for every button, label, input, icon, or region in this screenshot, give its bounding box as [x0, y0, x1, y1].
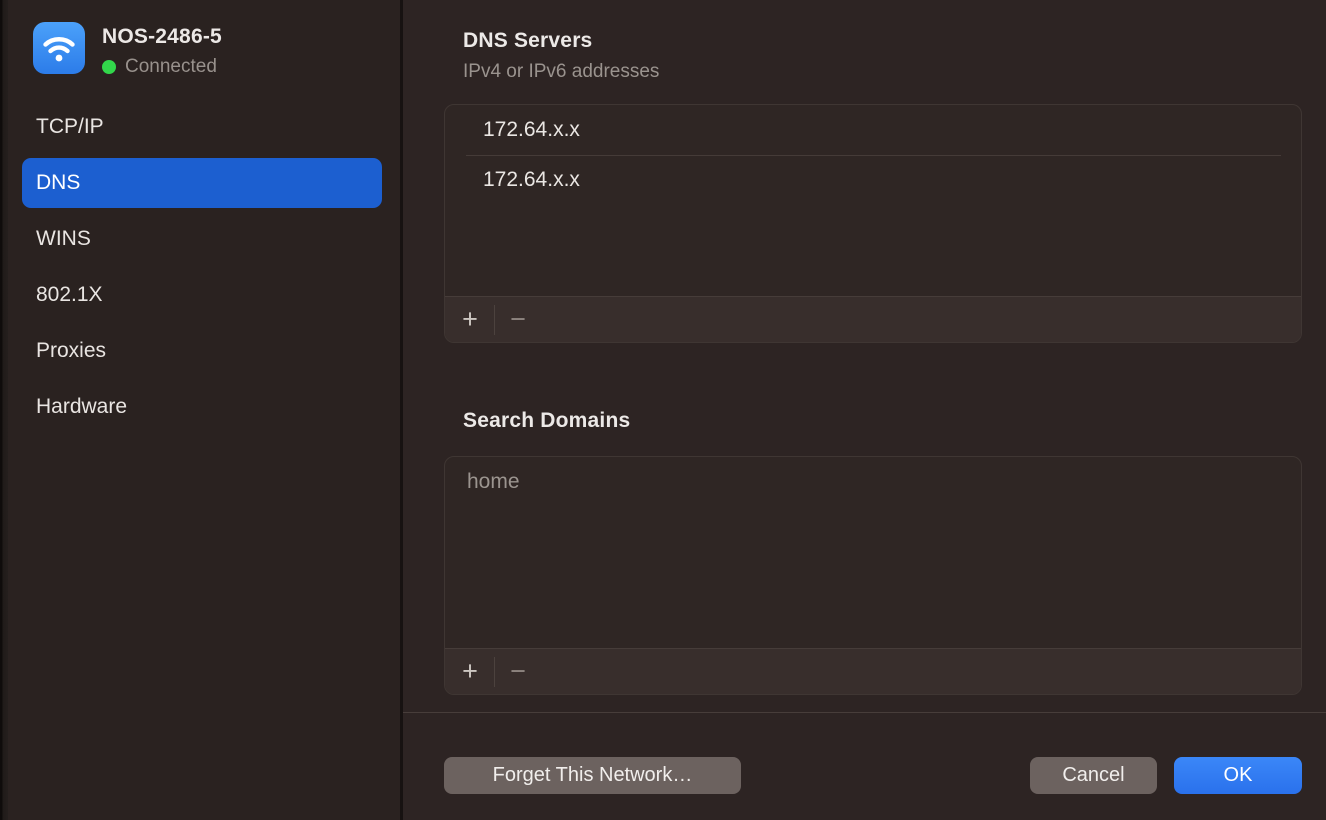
window-left-edge — [0, 0, 8, 820]
sidebar-nav: TCP/IP DNS WINS 802.1X Proxies — [22, 102, 382, 432]
cancel-button[interactable]: Cancel — [1030, 757, 1157, 794]
toolbar-divider — [494, 657, 495, 687]
sidebar-nav-item[interactable]: Hardware — [22, 382, 382, 432]
dns-servers-title: DNS Servers — [463, 29, 592, 53]
search-domain-remove-button[interactable]: − — [505, 658, 531, 685]
footer-divider — [403, 712, 1326, 713]
forget-network-button[interactable]: Forget This Network… — [444, 757, 741, 794]
network-name: NOS-2486-5 — [102, 25, 222, 49]
main-panel: DNS Servers IPv4 or IPv6 addresses 172.6… — [403, 0, 1326, 820]
search-domains-listbox: home + − — [444, 456, 1302, 695]
search-domain-value: home — [467, 470, 520, 494]
sidebar-nav-item-label: 802.1X — [36, 283, 103, 307]
dns-server-address: 172.64.x.x — [483, 118, 580, 142]
toolbar-divider — [494, 305, 495, 335]
dns-remove-button[interactable]: − — [505, 306, 531, 333]
sidebar-nav-item-label: DNS — [36, 171, 80, 195]
sidebar-nav-item[interactable]: 802.1X — [22, 270, 382, 320]
search-domain-row[interactable]: home — [445, 457, 1301, 507]
dns-servers-toolbar: + − — [445, 296, 1301, 342]
dns-servers-subtitle: IPv4 or IPv6 addresses — [463, 61, 659, 83]
connected-status-label: Connected — [125, 56, 217, 78]
dns-server-rows: 172.64.x.x 172.64.x.x — [445, 105, 1301, 205]
connected-status-dot — [102, 60, 116, 74]
sidebar-nav-item[interactable]: Proxies — [22, 326, 382, 376]
sidebar-nav-item-label: TCP/IP — [36, 115, 104, 139]
search-domains-toolbar: + − — [445, 648, 1301, 694]
sidebar-nav-item-label: Proxies — [36, 339, 106, 363]
ok-button[interactable]: OK — [1174, 757, 1302, 794]
sidebar-nav-item[interactable]: TCP/IP — [22, 102, 382, 152]
sidebar-nav-item[interactable]: WINS — [22, 214, 382, 264]
network-header: NOS-2486-5 Connected — [33, 22, 222, 78]
dns-servers-listbox: 172.64.x.x 172.64.x.x + − — [444, 104, 1302, 343]
dns-server-address: 172.64.x.x — [483, 168, 580, 192]
dns-server-row[interactable]: 172.64.x.x — [445, 105, 1301, 155]
search-domain-add-button[interactable]: + — [457, 658, 483, 685]
wifi-icon — [33, 22, 85, 74]
dns-add-button[interactable]: + — [457, 306, 483, 333]
network-status: Connected — [102, 56, 222, 78]
dns-server-row[interactable]: 172.64.x.x — [445, 155, 1301, 205]
search-domain-rows: home — [445, 457, 1301, 507]
network-meta: NOS-2486-5 Connected — [102, 22, 222, 78]
sidebar: NOS-2486-5 Connected TCP/IP DNS WINS — [0, 0, 400, 820]
sidebar-nav-item-label: Hardware — [36, 395, 127, 419]
search-domains-title: Search Domains — [463, 409, 630, 433]
network-details-window: NOS-2486-5 Connected TCP/IP DNS WINS — [0, 0, 1326, 820]
sidebar-nav-item-label: WINS — [36, 227, 91, 251]
sidebar-nav-item[interactable]: DNS — [22, 158, 382, 208]
